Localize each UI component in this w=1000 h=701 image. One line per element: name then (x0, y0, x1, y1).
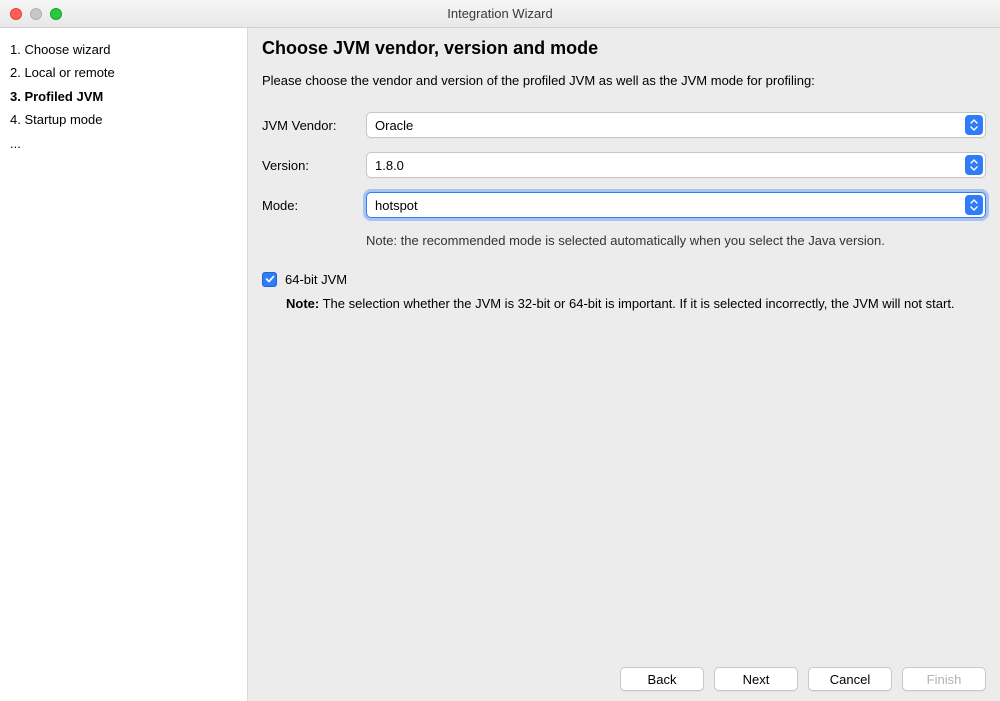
note-label: Note: (286, 296, 319, 311)
mode-value: hotspot (375, 198, 418, 213)
vendor-label: JVM Vendor: (262, 118, 366, 133)
row-mode: Mode: hotspot (262, 192, 986, 218)
page-description: Please choose the vendor and version of … (262, 73, 986, 88)
chevron-up-down-icon (965, 195, 983, 215)
mode-select[interactable]: hotspot (366, 192, 986, 218)
next-button[interactable]: Next (714, 667, 798, 691)
page-title: Choose JVM vendor, version and mode (262, 38, 986, 59)
step-more: ... (10, 132, 239, 155)
cancel-button[interactable]: Cancel (808, 667, 892, 691)
version-select[interactable]: 1.8.0 (366, 152, 986, 178)
row-version: Version: 1.8.0 (262, 152, 986, 178)
step-local-or-remote[interactable]: 2. Local or remote (10, 61, 239, 84)
note-text: The selection whether the JVM is 32-bit … (319, 296, 954, 311)
row-vendor: JVM Vendor: Oracle (262, 112, 986, 138)
chevron-up-down-icon (965, 155, 983, 175)
content-area: 1. Choose wizard 2. Local or remote 3. P… (0, 28, 1000, 701)
step-profiled-jvm[interactable]: 3. Profiled JVM (10, 85, 239, 108)
step-choose-wizard[interactable]: 1. Choose wizard (10, 38, 239, 61)
vendor-select[interactable]: Oracle (366, 112, 986, 138)
back-button[interactable]: Back (620, 667, 704, 691)
main-panel: Choose JVM vendor, version and mode Plea… (248, 28, 1000, 701)
checkbox-note: Note: The selection whether the JVM is 3… (286, 295, 986, 313)
version-label: Version: (262, 158, 366, 173)
button-bar: Back Next Cancel Finish (262, 657, 986, 691)
check-icon (265, 274, 275, 284)
step-startup-mode[interactable]: 4. Startup mode (10, 108, 239, 131)
vendor-value: Oracle (375, 118, 413, 133)
checkbox-row-64bit: 64-bit JVM (262, 272, 986, 287)
checkbox-64bit[interactable] (262, 272, 277, 287)
finish-button: Finish (902, 667, 986, 691)
titlebar: Integration Wizard (0, 0, 1000, 28)
mode-label: Mode: (262, 198, 366, 213)
window-title: Integration Wizard (0, 6, 1000, 21)
wizard-steps-sidebar: 1. Choose wizard 2. Local or remote 3. P… (0, 28, 248, 701)
chevron-up-down-icon (965, 115, 983, 135)
mode-note: Note: the recommended mode is selected a… (366, 232, 986, 250)
checkbox-64bit-label: 64-bit JVM (285, 272, 347, 287)
version-value: 1.8.0 (375, 158, 404, 173)
